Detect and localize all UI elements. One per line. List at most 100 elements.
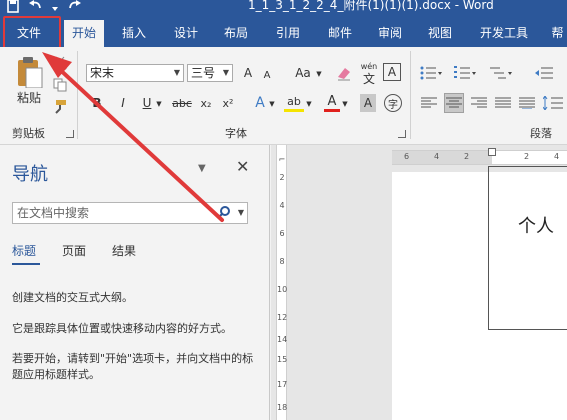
indent-marker[interactable] [488, 148, 496, 156]
font-size-combo[interactable]: 三号 ▼ [187, 64, 233, 82]
window-title: 1_1_3_1_2_2_4_附件(1)(1)(1).docx - Word [248, 0, 494, 12]
ruler-tick: 2 [279, 173, 285, 182]
superscript-button[interactable]: x² [220, 95, 236, 111]
ruler-tick: 6 [279, 229, 285, 238]
clear-formatting-icon[interactable] [335, 64, 353, 82]
ruler-tick: 2 [464, 152, 470, 161]
line-spacing-icon[interactable] [542, 95, 564, 111]
cut-icon[interactable] [52, 55, 68, 71]
align-right-icon[interactable] [470, 95, 488, 111]
chevron-down-icon[interactable]: ▼ [155, 99, 163, 109]
clipboard-group-label: 剪贴板 [12, 127, 45, 140]
ruler-tick: 2 [524, 152, 530, 161]
font-name-combo[interactable]: 宋末 ▼ [86, 64, 184, 82]
nav-help-text-2: 它是跟踪具体位置或快速移动内容的好方式。 [12, 322, 232, 335]
clipboard-dialog-launcher[interactable] [66, 130, 74, 138]
ruler-tick: 17 [277, 380, 288, 389]
multilevel-list-icon[interactable] [488, 64, 514, 82]
change-case-button[interactable]: Aa [292, 64, 314, 82]
ruler-tick: 4 [554, 152, 560, 161]
ruler-tick: 4 [434, 152, 440, 161]
nav-tab-pages[interactable]: 页面 [62, 242, 86, 259]
tab-view[interactable]: 视图 [420, 20, 460, 47]
title-bar: 1_1_3_1_2_2_4_附件(1)(1)(1).docx - Word [0, 0, 567, 20]
nav-pane-title: 导航 [12, 164, 48, 185]
search-placeholder: 在文档中搜索 [17, 206, 90, 220]
subscript-button[interactable]: x₂ [198, 95, 214, 111]
search-icon[interactable] [217, 205, 231, 225]
undo-dropdown-icon[interactable] [52, 2, 58, 12]
align-left-icon[interactable] [420, 95, 438, 111]
character-shading-button[interactable]: A [360, 94, 376, 112]
tab-design[interactable]: 设计 [166, 20, 206, 47]
chevron-down-icon[interactable]: ▼ [315, 69, 323, 79]
tab-help[interactable]: 帮 [548, 20, 567, 47]
ribbon-tab-bar: 文件 开始 插入 设计 布局 引用 邮件 审阅 视图 开发工具 帮 [0, 20, 567, 47]
strikethrough-button[interactable]: abc [170, 95, 194, 111]
chevron-down-icon[interactable]: ▼ [171, 65, 183, 81]
copy-icon[interactable] [52, 77, 68, 93]
justify-icon[interactable] [494, 95, 512, 111]
tab-home[interactable]: 开始 [64, 20, 104, 47]
nav-help-text-1: 创建文档的交互式大纲。 [12, 291, 133, 304]
decrease-indent-icon[interactable] [534, 64, 554, 82]
shrink-font-button[interactable]: A [260, 67, 274, 83]
nav-tab-headings[interactable]: 标题 [12, 242, 36, 259]
chevron-down-icon[interactable]: ▼ [198, 163, 206, 174]
italic-button[interactable]: I [116, 95, 130, 111]
distributed-icon[interactable] [518, 95, 536, 111]
ruler-tick: 12 [277, 313, 288, 322]
chevron-down-icon[interactable]: ▼ [268, 99, 276, 109]
tab-developer[interactable]: 开发工具 [474, 20, 534, 47]
bullets-icon[interactable] [418, 64, 444, 82]
ruler-tab-selector[interactable]: ⌐ [277, 155, 287, 164]
enclose-characters-button[interactable]: 字 [384, 94, 402, 112]
text-effects-button[interactable]: A [252, 94, 268, 112]
font-size-value: 三号 [191, 66, 216, 80]
paste-button-label[interactable]: 粘贴 [12, 90, 46, 105]
grow-font-button[interactable]: A [240, 64, 256, 82]
nav-tab-results[interactable]: 结果 [112, 242, 136, 259]
character-border-button[interactable]: A [383, 63, 401, 81]
tab-mailings[interactable]: 邮件 [320, 20, 360, 47]
save-icon[interactable] [6, 0, 20, 14]
tab-file[interactable]: 文件 [6, 20, 52, 47]
ruler-strip [276, 145, 287, 420]
font-color-button[interactable]: A [324, 94, 340, 112]
ribbon: 粘贴 剪贴板 宋末 ▼ 三号 ▼ A A Aa ▼ wén 文 A B I U ▼ … [0, 47, 567, 145]
font-dialog-launcher[interactable] [398, 130, 406, 138]
tab-review[interactable]: 审阅 [370, 20, 410, 47]
ruler-tick: 10 [277, 285, 288, 294]
ruler-tick: 4 [279, 201, 285, 210]
tab-insert[interactable]: 插入 [114, 20, 154, 47]
format-painter-icon[interactable] [52, 99, 68, 115]
close-icon[interactable]: ✕ [236, 157, 249, 176]
tab-references[interactable]: 引用 [268, 20, 308, 47]
undo-icon[interactable] [28, 0, 44, 14]
active-tab-indicator [12, 263, 40, 265]
tab-layout[interactable]: 布局 [216, 20, 256, 47]
redo-icon[interactable] [66, 0, 82, 14]
ruler-tick: 15 [277, 355, 288, 364]
vertical-ruler[interactable]: ⌐ 2 4 6 8 10 12 14 15 17 18 [271, 145, 292, 420]
chevron-down-icon[interactable]: ▼ [341, 99, 349, 109]
paste-icon[interactable] [12, 53, 46, 89]
nav-help-text-3: 若要开始，请转到"开始"选项卡，并向文档中的标题应用标题样式。 [12, 352, 254, 381]
horizontal-ruler[interactable]: 6 4 2 2 4 [392, 148, 567, 165]
highlight-button[interactable]: ab [284, 94, 304, 112]
table-outline [488, 166, 567, 330]
ruler-tick: 14 [277, 335, 288, 344]
navigation-pane: 导航 ▼ ✕ 在文档中搜索 ▼ 标题 页面 结果 创建文档的交互式大纲。 它是跟… [0, 145, 270, 420]
align-center-icon[interactable] [444, 93, 464, 113]
group-separator [77, 51, 78, 139]
font-name-value: 宋末 [90, 66, 115, 80]
chevron-down-icon[interactable]: ▼ [238, 203, 244, 223]
phonetic-guide-char: 文 [362, 71, 375, 86]
chevron-down-icon[interactable]: ▼ [305, 99, 313, 109]
group-separator [410, 51, 411, 139]
chevron-down-icon[interactable]: ▼ [220, 65, 232, 81]
numbering-icon[interactable] [452, 64, 478, 82]
bold-button[interactable]: B [90, 95, 104, 111]
underline-button[interactable]: U [140, 95, 154, 111]
nav-search-input[interactable]: 在文档中搜索 ▼ [12, 202, 248, 224]
